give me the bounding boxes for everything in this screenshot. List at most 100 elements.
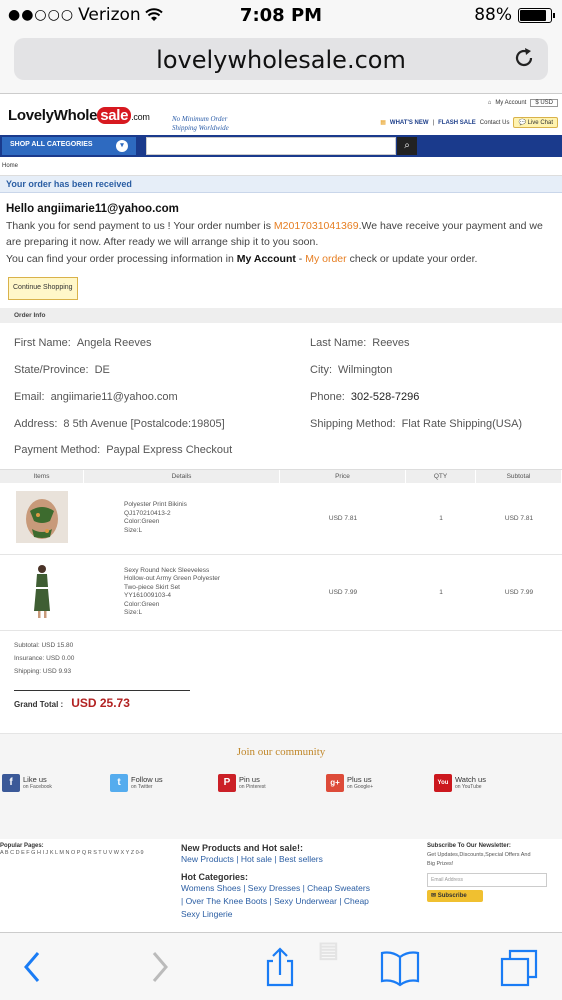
new-title: New Products and Hot sale!: — [181, 842, 304, 853]
share-icon[interactable] — [260, 947, 300, 987]
logo-sale: sale — [97, 107, 132, 124]
bookmarks-icon[interactable] — [380, 947, 420, 987]
pinterest-link[interactable]: P Pin us on Pinterest — [218, 773, 266, 792]
item-subtotal: USD 7.81 — [504, 514, 534, 522]
new-links[interactable]: New Products | Hot sale | Best sellers — [181, 853, 417, 866]
breadcrumb[interactable]: Home — [0, 157, 562, 176]
back-icon[interactable] — [14, 947, 54, 987]
hot-links-3[interactable]: Sexy Lingerie — [181, 908, 417, 921]
order-number: M2017031041369 — [273, 219, 359, 232]
currency-select[interactable]: $ USD — [530, 99, 558, 107]
url-field[interactable]: lovelywholesale.com — [14, 38, 548, 80]
logo-com: .com — [131, 112, 150, 122]
item-name[interactable]: Polyester Print Bikinis — [124, 501, 280, 510]
reload-icon[interactable] — [512, 46, 536, 70]
account-text: You can find your order processing infor… — [6, 251, 556, 268]
first-name-value: Angela Reeves — [76, 336, 152, 349]
newsletter-text-1: Get Updates,Discounts,Special Offers And — [427, 851, 531, 858]
item-size: Size:L — [124, 609, 143, 616]
first-name-label: First Name: — [14, 336, 71, 349]
youtube-icon: You — [434, 773, 452, 792]
browser-toolbar: ▤ — [0, 932, 562, 1000]
subscribe-button[interactable]: ✉ Subscribe — [427, 889, 483, 902]
googleplus-link[interactable]: g+ Plus us on Google+ — [326, 773, 373, 792]
my-account-link[interactable]: My Account — [495, 100, 526, 106]
mail-icon: ✉ — [431, 892, 437, 899]
my-order-link[interactable]: My order — [305, 253, 346, 265]
item-sku: QJ170210413-2 — [124, 509, 171, 517]
contact-us-link[interactable]: Contact Us — [480, 120, 510, 126]
items-table-header: Items Details Price QTY Subtotal — [0, 468, 562, 483]
whats-new-link[interactable]: WHAT'S NEW — [390, 120, 429, 126]
shop-all-categories-button[interactable]: SHOP ALL CATEGORIES ▾ — [2, 137, 136, 155]
shipping-field: Shipping Method: Flat Rate Shipping(USA) — [310, 418, 522, 430]
logo-main: LovelyWhole — [8, 107, 98, 124]
tagline: No Minimum Order Shipping Worldwide — [172, 115, 229, 133]
city-field: City: Wilmington — [310, 364, 392, 376]
community-title: Join our community — [236, 745, 326, 758]
first-name-field: First Name: Angela Reeves — [14, 337, 151, 349]
home-icon[interactable]: ⌂ — [488, 100, 492, 106]
order-message: Hello angiimarie11@yahoo.com Thank you f… — [0, 193, 562, 300]
city-label: City: — [310, 363, 332, 376]
phone-value[interactable]: 302-528-7296 — [351, 391, 420, 403]
live-chat-button[interactable]: 💬 Live Chat — [513, 117, 558, 128]
item-name-line-2[interactable]: Hollow-out Army Green Polyester — [124, 575, 280, 584]
search-input[interactable] — [146, 137, 396, 155]
pinterest-t2: on Pinterest — [239, 783, 266, 790]
my-account-link-inline[interactable]: My Account — [237, 253, 296, 265]
grand-total: Grand Total : USD 25.73 — [14, 689, 190, 711]
search-icon[interactable]: ⌕ — [397, 137, 417, 155]
battery-percent: 88% — [474, 5, 512, 25]
forward-icon[interactable] — [140, 947, 180, 987]
facebook-link[interactable]: f Like us on Facebook — [2, 773, 52, 792]
col-price: Price — [280, 469, 406, 483]
googleplus-t1: Plus us — [347, 774, 372, 784]
order-info-header: Order Info — [0, 307, 562, 323]
grid-icon: ▦ — [380, 120, 386, 126]
email-label: Email: — [14, 390, 45, 403]
twitter-icon: t — [110, 773, 128, 792]
subscribe-label: Subscribe — [437, 892, 467, 899]
skirt-set-product-image[interactable] — [16, 563, 68, 619]
item-image-cell — [0, 563, 84, 621]
googleplus-icon: g+ — [326, 773, 344, 792]
state-value: DE — [94, 363, 110, 376]
top-links: ⌂ My Account $ USD — [488, 99, 558, 107]
twitter-t2: on Twitter — [131, 783, 153, 790]
city-value: Wilmington — [338, 363, 393, 376]
status-bar: ●●○○○ Verizon 7:08 PM 88% — [0, 0, 562, 32]
battery-icon — [518, 7, 555, 23]
item-subtotal: USD 7.99 — [504, 588, 534, 596]
continue-shopping-button[interactable]: Continue Shopping — [8, 277, 78, 300]
last-name-label: Last Name: — [310, 336, 367, 349]
tagline-line-1: No Minimum Order — [172, 115, 228, 123]
youtube-link[interactable]: You Watch us on YouTube — [434, 773, 486, 792]
newsletter-email-input[interactable]: Email Address — [427, 872, 547, 887]
alphabet-links[interactable]: A B C D E F G H I J K L M N O P Q R S T … — [0, 849, 176, 858]
order-info-fields: First Name: Angela Reeves Last Name: Reeve… — [0, 323, 562, 456]
twitter-link[interactable]: t Follow us on Twitter — [110, 773, 163, 792]
site-logo[interactable]: LovelyWhole sale .com — [8, 107, 150, 124]
tabs-icon[interactable] — [500, 947, 540, 987]
item-name-line-1[interactable]: Sexy Round Neck Sleeveless — [124, 567, 280, 576]
hot-links-2[interactable]: | Over The Knee Boots | Sexy Underwear |… — [181, 895, 417, 908]
hot-links-1[interactable]: Womens Shoes | Sexy Dresses | Cheap Swea… — [181, 882, 417, 895]
state-label: State/Province: — [14, 363, 89, 376]
item-sku: YY161009103-4 — [124, 592, 171, 599]
community-section: Join our community f Like us on Facebook t… — [0, 732, 562, 839]
battery-info: 88% — [474, 5, 555, 25]
flash-sale-link[interactable]: FLASH SALE — [438, 120, 476, 126]
site-header: LovelyWhole sale .com No Minimum Order Ship… — [0, 95, 562, 135]
bikini-product-image[interactable] — [16, 491, 68, 543]
item-qty: 1 — [439, 588, 443, 596]
thanks-part-1: Thank you for send payment to us ! Your … — [6, 219, 274, 232]
shipping-label: Shipping Method: — [310, 417, 396, 430]
item-name-line-3[interactable]: Two-piece Skirt Set — [124, 584, 280, 593]
thank-you-text: Thank you for send payment to us ! Your … — [6, 218, 556, 251]
address-field: Address: 8 5th Avenue [Postalcode:19805] — [14, 418, 225, 430]
browser-address-bar: lovelywholesale.com — [0, 32, 562, 94]
youtube-t2: on YouTube — [455, 783, 482, 790]
phone-label: Phone: — [310, 390, 345, 403]
last-name-field: Last Name: Reeves — [310, 337, 410, 349]
